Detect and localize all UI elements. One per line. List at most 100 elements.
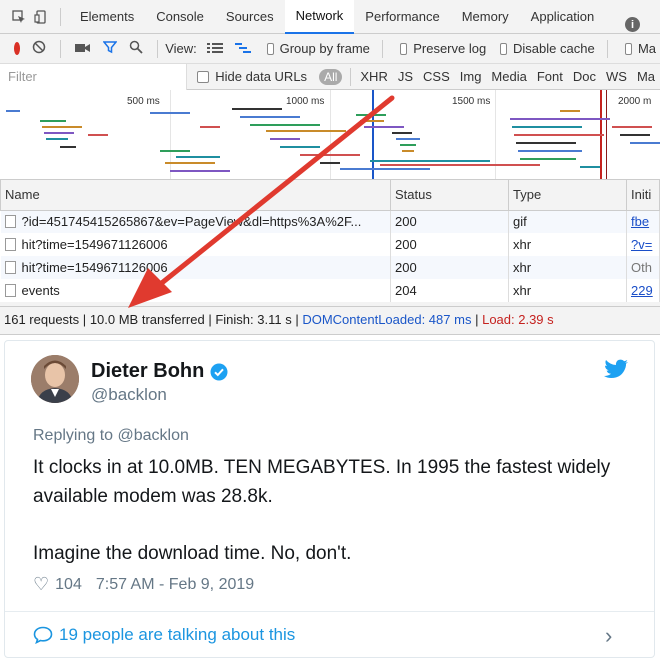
- tab-network[interactable]: Network: [284, 0, 355, 34]
- request-name-cell: hit?time=1549671126006: [0, 256, 391, 279]
- table-row[interactable]: hit?time=1549671126006 200 xhr Oth: [0, 256, 660, 279]
- heart-icon[interactable]: ♡: [33, 574, 49, 595]
- talking-text[interactable]: 19 people are talking about this: [59, 625, 295, 645]
- tab-sources[interactable]: Sources: [215, 0, 285, 34]
- waterfall-bar: [340, 168, 430, 170]
- replying-to[interactable]: Replying to @backlon: [33, 427, 189, 445]
- author-handle[interactable]: @backlon: [91, 385, 167, 405]
- waterfall-bar: [570, 118, 610, 120]
- load-marker-secondary: [606, 90, 607, 179]
- filter-doc[interactable]: Doc: [573, 69, 596, 84]
- tweet-timestamp[interactable]: 7:57 AM - Feb 9, 2019: [96, 576, 254, 594]
- table-row[interactable]: events 204 xhr 229: [0, 279, 660, 302]
- view-label: View:: [165, 41, 197, 56]
- waterfall-bar: [150, 112, 190, 114]
- device-toolbar-icon[interactable]: [30, 6, 52, 28]
- tick-2000ms: 2000 m: [618, 96, 652, 107]
- filter-manifest[interactable]: Ma: [637, 69, 655, 84]
- initiator-cell: fbe: [626, 210, 660, 233]
- waterfall-bar: [360, 120, 384, 122]
- column-header-name[interactable]: Name: [0, 180, 391, 211]
- avatar[interactable]: [31, 355, 79, 403]
- more-label: Ma: [637, 41, 657, 56]
- devtools-tabbar: Elements Console Sources Network Perform…: [0, 0, 660, 34]
- inspect-element-icon[interactable]: [8, 6, 30, 28]
- filter-input[interactable]: Filter: [0, 63, 188, 90]
- initiator-link[interactable]: fbe: [631, 214, 649, 229]
- network-summary-bar: 161 requests | 10.0 MB transferred | Fin…: [0, 306, 660, 332]
- column-header-type[interactable]: Type: [508, 180, 627, 211]
- twitter-bird-icon[interactable]: [603, 359, 629, 381]
- column-header-status[interactable]: Status: [390, 180, 509, 211]
- record-icon[interactable]: [14, 42, 21, 55]
- tab-memory[interactable]: Memory: [451, 0, 520, 34]
- file-icon: [4, 261, 16, 274]
- request-name-cell: hit?time=1549671126006: [0, 233, 391, 256]
- finish-time: Finish: 3.11 s: [215, 312, 292, 327]
- table-row[interactable]: hit?time=1549671126006 200 xhr ?v=: [0, 233, 660, 256]
- like-count[interactable]: 104: [55, 576, 82, 594]
- filter-img[interactable]: Img: [460, 69, 482, 84]
- tweet-card: Dieter Bohn @backlon Replying to @backlo…: [4, 340, 655, 658]
- status-cell: 200: [390, 233, 509, 256]
- waterfall-bar: [580, 166, 600, 168]
- tweet-paragraph: Imagine the download time. No, don't.: [33, 543, 352, 564]
- filter-font[interactable]: Font: [537, 69, 563, 84]
- file-icon: [4, 284, 16, 297]
- tab-console[interactable]: Console: [145, 0, 215, 34]
- more-checkbox[interactable]: [625, 42, 632, 55]
- waterfall-bar: [518, 150, 582, 152]
- waterfall-icon[interactable]: [234, 41, 251, 57]
- chevron-right-icon[interactable]: ›: [605, 623, 612, 649]
- group-by-frame-checkbox[interactable]: [266, 42, 274, 55]
- waterfall-bar: [356, 114, 386, 116]
- tab-elements[interactable]: Elements: [69, 0, 145, 34]
- column-header-initiator[interactable]: Initi: [626, 180, 660, 211]
- initiator-link[interactable]: 229: [631, 283, 653, 298]
- gridline: [495, 90, 496, 179]
- tab-application[interactable]: Application: [520, 0, 606, 34]
- divider: [350, 67, 352, 86]
- author-name-row[interactable]: Dieter Bohn: [91, 360, 228, 383]
- requests-table: Name Status Type Initi ?id=4517454152658…: [0, 180, 660, 302]
- screenshot-camera-icon[interactable]: [74, 41, 91, 57]
- waterfall-bar: [402, 150, 414, 152]
- preserve-log-checkbox[interactable]: [400, 42, 408, 55]
- waterfall-bar: [280, 146, 320, 148]
- tick-500ms: 500 ms: [127, 96, 160, 107]
- filter-icon[interactable]: [102, 40, 118, 57]
- filter-media[interactable]: Media: [491, 69, 526, 84]
- waterfall-bar: [512, 126, 582, 128]
- initiator-cell: 229: [626, 279, 660, 302]
- filter-xhr[interactable]: XHR: [360, 69, 387, 84]
- info-icon[interactable]: i: [625, 17, 640, 32]
- large-rows-icon[interactable]: [206, 41, 223, 57]
- filter-css[interactable]: CSS: [423, 69, 450, 84]
- hide-data-urls-checkbox[interactable]: [197, 70, 210, 83]
- clear-icon[interactable]: [32, 40, 46, 57]
- waterfall-bar: [240, 116, 300, 118]
- search-icon[interactable]: [129, 40, 143, 57]
- initiator-link[interactable]: ?v=: [631, 237, 652, 252]
- filter-ws[interactable]: WS: [606, 69, 627, 84]
- waterfall-bar: [176, 156, 220, 158]
- preserve-log-label: Preserve log: [413, 41, 487, 56]
- filter-all-pill[interactable]: All: [319, 68, 343, 85]
- waterfall-bar: [392, 132, 412, 134]
- disable-cache-checkbox[interactable]: [500, 42, 508, 55]
- conversation-link[interactable]: 19 people are talking about this: [33, 625, 295, 645]
- waterfall-bar: [400, 144, 416, 146]
- network-timeline-overview[interactable]: 500 ms 1000 ms 1500 ms 2000 m: [0, 90, 660, 180]
- author-name[interactable]: Dieter Bohn: [91, 360, 204, 383]
- network-toolbar: View: Group by frame Preserve log Disabl…: [0, 34, 660, 64]
- waterfall-bar: [370, 160, 490, 162]
- table-row[interactable]: ?id=451745415265867&ev=PageView&dl=https…: [0, 210, 660, 233]
- transferred-size: 10.0 MB transferred: [89, 312, 205, 327]
- request-count: 161 requests: [4, 312, 80, 327]
- waterfall-bar: [160, 150, 190, 152]
- summary-separator: |: [82, 312, 87, 327]
- tab-performance[interactable]: Performance: [354, 0, 450, 34]
- waterfall-bar: [40, 120, 66, 122]
- initiator-cell: ?v=: [626, 233, 660, 256]
- filter-js[interactable]: JS: [398, 69, 413, 84]
